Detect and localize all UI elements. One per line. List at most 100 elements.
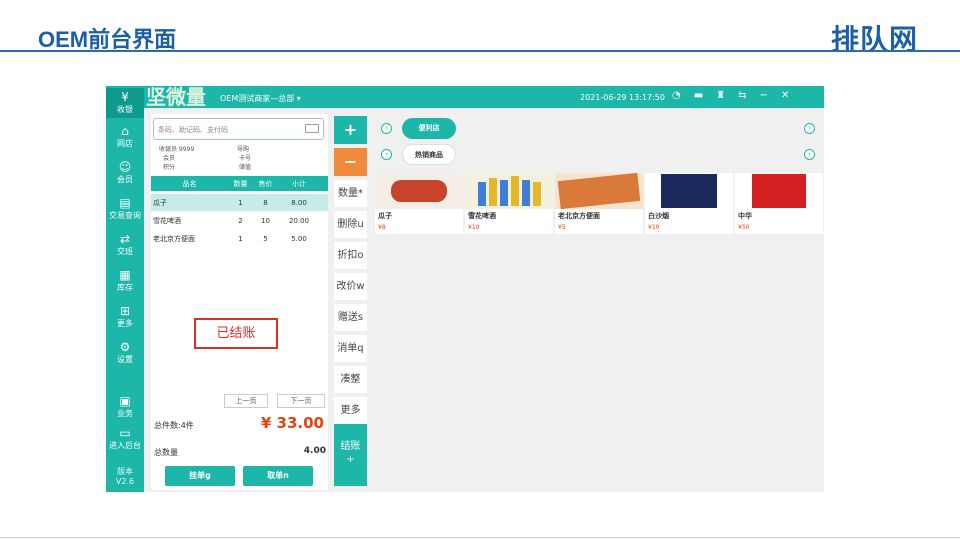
sidebar-item-label: 业务	[117, 409, 133, 418]
chevron-right-icon[interactable]: ›	[804, 149, 815, 160]
remove-button[interactable]: −	[334, 148, 367, 176]
search-input[interactable]: 条码、助记码、支付码	[153, 118, 324, 140]
sidebar-item-shift[interactable]: ⇄ 交班	[106, 232, 144, 257]
product-card[interactable]: 老北京方便面 ¥5	[555, 172, 643, 234]
brand-logo: 排队网	[830, 24, 918, 55]
sidebar-item-label: 设置	[117, 355, 133, 364]
sidebar-item-label: 网店	[117, 139, 133, 148]
product-card[interactable]: 雪花啤酒 ¥10	[465, 173, 553, 234]
hold-order-button[interactable]: 挂单g	[165, 466, 235, 486]
chevron-right-icon[interactable]: ›	[804, 123, 815, 134]
row-subtotal: 5.00	[291, 234, 307, 243]
add-button[interactable]: +	[334, 116, 367, 144]
table-row[interactable]: 雪花啤酒 2 10 20.00	[151, 212, 328, 229]
transaction-icon: ▤	[119, 196, 131, 210]
product-price: ¥8	[378, 224, 386, 231]
cancel-order-button[interactable]: 消单q	[334, 335, 367, 363]
shirt-icon[interactable]: ♜	[716, 90, 725, 102]
sidebar-item-label: 库存	[117, 283, 133, 292]
footer-divider	[0, 537, 960, 538]
category-store[interactable]: 便利店	[402, 118, 456, 139]
points-label: 积分	[163, 164, 176, 171]
sidebar-item-business[interactable]: ▣ 业务	[106, 394, 144, 419]
prev-page-button[interactable]: 上一页	[224, 394, 268, 408]
member-icon: ☺	[118, 160, 132, 174]
settings-icon: ⚙	[119, 340, 131, 354]
row-qty: 1	[238, 198, 243, 207]
guide-label: 导购	[237, 146, 250, 153]
checkout-button[interactable]: 结账 +	[334, 424, 367, 486]
gift-button[interactable]: 赠送s	[334, 304, 367, 332]
row-price: 5	[263, 234, 268, 243]
sidebar: ¥ 收银 ⌂ 网店 ☺ 会员 ▤ 交易查询 ⇄ 交班 ▦ 库存 ⊞ 更多 ⚙ 设	[106, 86, 144, 492]
app-topbar: 坚微量 OEM测试商家—总部 ▾ 2021-06-29 13:17:50 ◔ ▬…	[106, 86, 824, 108]
total-amount: ¥ 33.00	[260, 414, 324, 432]
row-name: 雪花啤酒	[153, 216, 181, 225]
sidebar-item-backend[interactable]: ▭ 进入后台	[106, 426, 144, 451]
operations-column: + − 数量* 删除u 折扣o 改价w 赠送s 消单q 凑整 更多 结账 +	[334, 114, 367, 490]
version-number: V2.6	[115, 477, 135, 486]
product-name: 瓜子	[378, 212, 392, 220]
cashier-icon: ¥	[121, 90, 129, 104]
quantity-button[interactable]: 数量*	[334, 180, 367, 208]
chevron-left-icon[interactable]: ‹	[381, 123, 392, 134]
round-up-button[interactable]: 凑整	[334, 366, 367, 394]
business-icon: ▣	[119, 394, 131, 408]
checked-out-stamp: 已结账	[194, 318, 278, 349]
product-card[interactable]: 白沙烟 ¥10	[645, 173, 733, 234]
checkout-shortcut: +	[346, 454, 355, 465]
col-name: 品名	[182, 179, 197, 188]
sidebar-item-label: 会员	[117, 175, 133, 184]
product-name: 白沙烟	[648, 212, 669, 220]
product-image	[375, 173, 463, 209]
discount-button[interactable]: 折扣o	[334, 242, 367, 270]
sidebar-item-more[interactable]: ⊞ 更多	[106, 304, 144, 329]
sidebar-item-inventory[interactable]: ▦ 库存	[106, 268, 144, 293]
inventory-icon: ▦	[119, 268, 131, 282]
product-image	[555, 172, 643, 210]
product-card[interactable]: 瓜子 ¥8	[375, 173, 463, 234]
row-price: 10	[261, 216, 270, 225]
shop-icon: ⌂	[121, 124, 129, 138]
sidebar-item-label: 收银	[117, 105, 133, 114]
close-icon[interactable]: ✕	[781, 90, 789, 102]
row-name: 瓜子	[153, 198, 167, 207]
app-logo: 坚微量	[146, 86, 206, 109]
change-price-button[interactable]: 改价w	[334, 273, 367, 301]
next-page-button[interactable]: 下一页	[277, 394, 325, 408]
row-subtotal: 8.00	[291, 198, 307, 207]
table-row[interactable]: 老北京方便面 1 5 5.00	[151, 230, 328, 247]
minimize-icon[interactable]: −	[760, 90, 768, 102]
sidebar-item-transactions[interactable]: ▤ 交易查询	[106, 196, 144, 221]
total-items: 总件数:4件	[154, 421, 194, 430]
checkout-label: 结账	[340, 441, 361, 452]
product-name: 雪花啤酒	[468, 212, 496, 220]
swap-icon[interactable]: ⇆	[738, 90, 746, 102]
product-price: ¥50	[738, 224, 750, 231]
category-bar: ‹ 便利店 › ‹ 热销商品 ›	[374, 114, 824, 174]
cashier-label: 收银员 9999	[159, 146, 195, 153]
keyboard-icon[interactable]	[305, 124, 319, 133]
search-placeholder: 条码、助记码、支付码	[158, 126, 228, 134]
category-hot[interactable]: 热销商品	[402, 144, 456, 165]
more-ops-button[interactable]: 更多	[334, 397, 367, 425]
product-card[interactable]: 中华 ¥50	[735, 173, 823, 234]
topbar-icons: ◔ ▬ ♜ ⇆ − ✕	[672, 90, 789, 102]
sidebar-item-shop[interactable]: ⌂ 网店	[106, 124, 144, 149]
delete-button[interactable]: 删除u	[334, 211, 367, 239]
backend-icon: ▭	[119, 426, 131, 440]
product-price: ¥5	[558, 224, 566, 231]
message-icon[interactable]: ▬	[694, 90, 703, 102]
chevron-left-icon[interactable]: ‹	[381, 149, 392, 160]
sidebar-item-cashier[interactable]: ¥ 收银	[106, 88, 144, 118]
table-row[interactable]: 瓜子 1 8 8.00	[151, 194, 328, 211]
col-price: 售价	[258, 179, 273, 188]
retrieve-order-button[interactable]: 取单n	[243, 466, 313, 486]
pos-app-window: 坚微量 OEM测试商家—总部 ▾ 2021-06-29 13:17:50 ◔ ▬…	[106, 86, 824, 492]
store-selector[interactable]: OEM测试商家—总部 ▾	[220, 93, 301, 104]
version-info: 版本 V2.6	[106, 466, 144, 486]
card-label: 卡号	[239, 155, 252, 162]
shift-icon: ⇄	[119, 232, 131, 246]
sidebar-item-settings[interactable]: ⚙ 设置	[106, 340, 144, 365]
sidebar-item-member[interactable]: ☺ 会员	[106, 160, 144, 185]
